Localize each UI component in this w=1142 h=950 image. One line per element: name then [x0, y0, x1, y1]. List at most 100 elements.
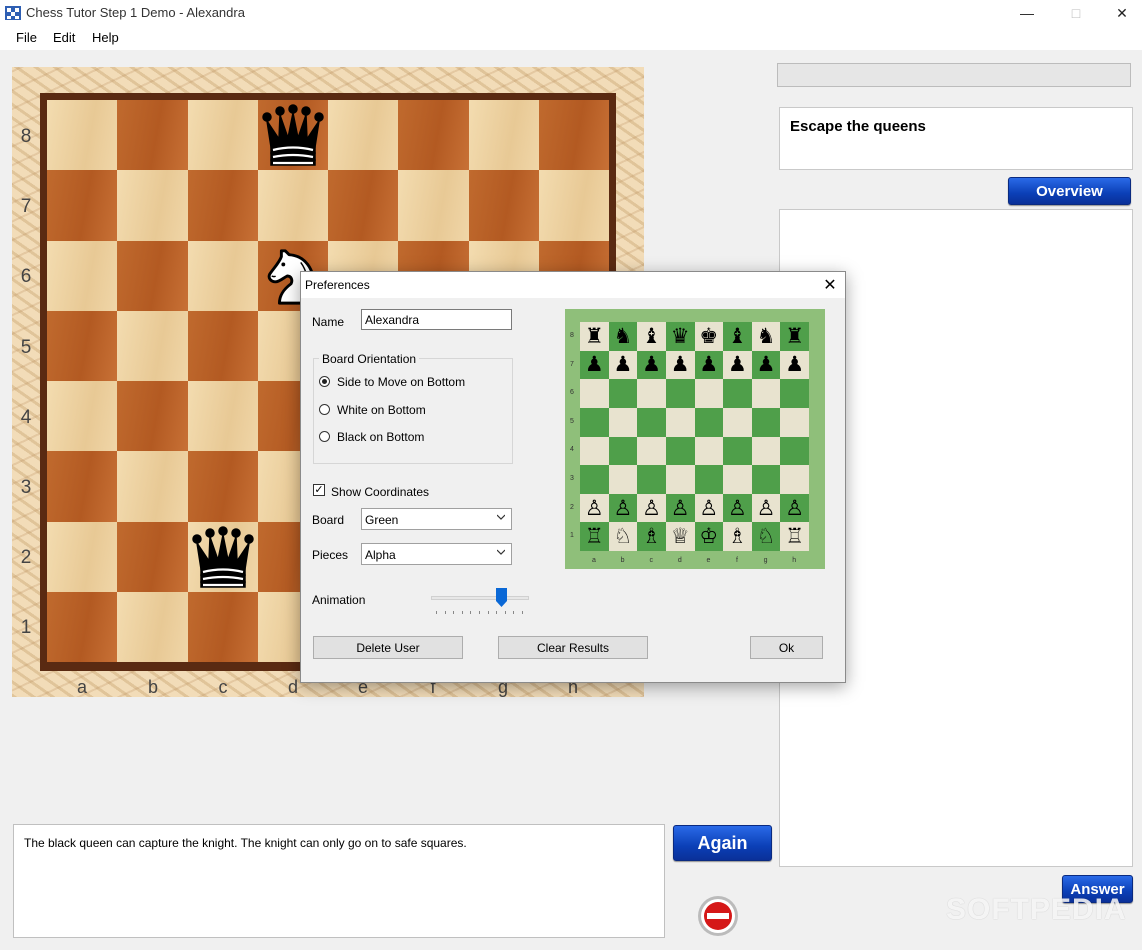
black-queen-icon[interactable] — [188, 522, 258, 592]
board-select-value: Green — [365, 513, 399, 527]
preview-square: ♘ — [608, 522, 638, 551]
animation-slider-thumb[interactable] — [496, 588, 508, 607]
preview-square — [637, 436, 666, 466]
slider-tick — [479, 611, 480, 614]
preview-square: ♙ — [751, 493, 781, 523]
preview-square — [608, 465, 638, 494]
name-label: Name — [312, 315, 345, 329]
again-button[interactable]: Again — [673, 825, 772, 861]
file-label: a — [76, 677, 87, 697]
preview-square — [665, 407, 695, 437]
radio-label: Black on Bottom — [337, 430, 425, 444]
slider-tick — [461, 611, 463, 614]
preview-square — [637, 465, 666, 494]
preview-square — [780, 436, 809, 466]
pieces-select[interactable]: Alpha — [361, 543, 512, 565]
preview-square — [723, 407, 752, 437]
preview-square — [694, 407, 724, 437]
preview-square: ♜ — [780, 322, 809, 351]
preview-square: ♞ — [608, 322, 638, 351]
preview-square: ♟ — [580, 350, 609, 380]
slider-tick — [522, 611, 523, 614]
close-icon: ✕ — [823, 277, 837, 294]
preview-square — [694, 436, 724, 466]
preview-square — [608, 379, 638, 408]
board-select[interactable]: Green — [361, 508, 512, 530]
menu-edit[interactable]: Edit — [53, 30, 75, 45]
black-queen-icon[interactable] — [258, 100, 328, 170]
preview-square — [723, 379, 752, 408]
preview-square: ♙ — [665, 493, 695, 523]
preview-square — [608, 407, 638, 437]
dialog-title-bar — [301, 272, 845, 298]
preview-square — [580, 379, 609, 408]
close-button[interactable]: ✕ — [1099, 0, 1142, 26]
preview-file-label: d — [677, 557, 682, 564]
slider-tick — [513, 611, 515, 614]
preview-square — [751, 379, 781, 408]
preview-square: ♟ — [694, 350, 724, 380]
preview-square: ♝ — [723, 322, 752, 351]
show-coordinates-checkbox[interactable]: ✓ — [313, 484, 325, 496]
dialog-title: Preferences — [305, 278, 370, 292]
preview-square: ♞ — [751, 322, 781, 351]
preview-square — [780, 465, 809, 494]
preview-file-label: h — [792, 557, 797, 564]
rank-label: 6 — [20, 266, 32, 287]
minimize-button[interactable]: — — [1004, 0, 1050, 26]
preview-square: ♛ — [665, 322, 695, 351]
preview-square: ♟ — [780, 350, 809, 380]
ok-button[interactable]: Ok — [750, 636, 823, 659]
preview-square — [780, 407, 809, 437]
rank-label: 4 — [20, 407, 32, 428]
rank-label: 2 — [20, 547, 32, 568]
slider-tick — [504, 611, 506, 614]
slider-tick — [470, 611, 472, 614]
rank-label: 1 — [20, 617, 32, 638]
preview-square: ♙ — [723, 493, 752, 523]
preview-square: ♝ — [637, 322, 666, 351]
preview-square — [580, 436, 609, 466]
app-icon — [5, 6, 21, 20]
overview-button[interactable]: Overview — [1008, 177, 1131, 205]
exercise-title-box — [779, 107, 1133, 170]
maximize-button[interactable]: □ — [1053, 0, 1099, 26]
preview-rank-label: 7 — [570, 360, 574, 368]
preview-square: ♗ — [723, 522, 752, 551]
radio-button[interactable] — [319, 431, 330, 442]
menu-file[interactable]: File — [16, 30, 37, 45]
preview-square — [751, 465, 781, 494]
slider-tick — [436, 611, 437, 614]
dialog-close-button[interactable]: ✕ — [815, 272, 845, 298]
preview-square — [723, 465, 752, 494]
menu-help[interactable]: Help — [92, 30, 119, 45]
show-coordinates-label: Show Coordinates — [331, 485, 430, 499]
animation-label: Animation — [312, 593, 366, 607]
preview-rank-label: 5 — [570, 417, 574, 425]
preview-square: ♟ — [723, 350, 752, 380]
preview-square — [694, 379, 724, 408]
radio-button[interactable] — [319, 404, 330, 415]
delete-user-button[interactable]: Delete User — [313, 636, 463, 659]
name-input[interactable] — [361, 309, 512, 330]
preview-square: ♖ — [580, 522, 609, 551]
preview-square — [780, 379, 809, 408]
animation-slider-track[interactable] — [431, 596, 529, 600]
preview-square: ♚ — [694, 322, 724, 351]
preview-square — [751, 436, 781, 466]
rank-label: 8 — [20, 126, 32, 147]
slider-tick — [496, 611, 498, 614]
radio-button[interactable] — [319, 376, 330, 387]
clear-results-button[interactable]: Clear Results — [498, 636, 648, 659]
preview-square: ♙ — [694, 493, 724, 523]
preview-square: ♟ — [665, 350, 695, 380]
stop-icon[interactable] — [697, 895, 739, 937]
preview-square — [637, 407, 666, 437]
rank-label: 3 — [20, 477, 32, 498]
menu-bar — [0, 26, 1142, 50]
slider-tick — [453, 611, 455, 614]
preview-file-label: g — [763, 557, 768, 564]
preview-rank-label: 2 — [570, 503, 574, 511]
preview-square: ♟ — [637, 350, 666, 380]
rank-label: 7 — [20, 196, 32, 217]
